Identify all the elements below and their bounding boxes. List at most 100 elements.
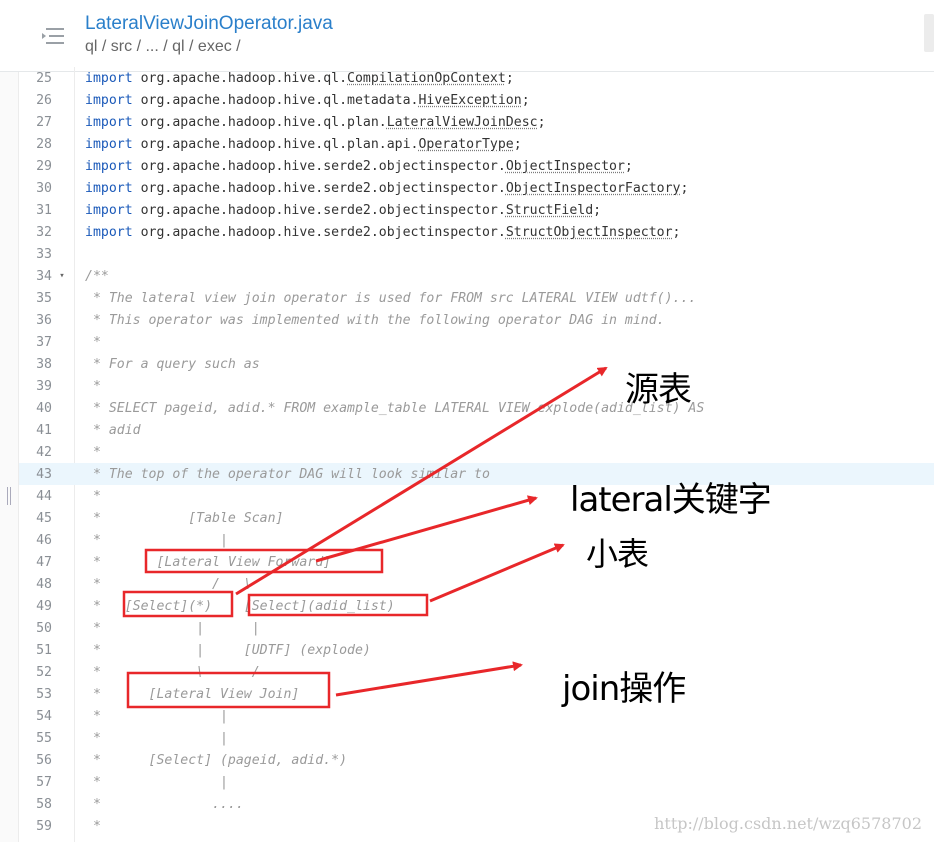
line-number: 41 bbox=[36, 422, 52, 438]
code-line[interactable]: 45 * [Table Scan] bbox=[19, 507, 934, 529]
code-line[interactable]: 57 * | bbox=[19, 771, 934, 793]
code-text: * [Table Scan] bbox=[85, 510, 284, 526]
code-text: * adid bbox=[85, 422, 141, 438]
code-line[interactable]: 27 import org.apache.hadoop.hive.ql.plan.… bbox=[19, 111, 934, 133]
code-line[interactable]: 55 * | bbox=[19, 727, 934, 749]
annotation-small-table: 小表 bbox=[586, 535, 649, 573]
code-line[interactable]: 53 * [Lateral View Join] bbox=[19, 683, 934, 705]
line-number: 53 bbox=[36, 686, 52, 702]
line-number: 31 bbox=[36, 202, 52, 218]
code-line[interactable]: 30 import org.apache.hadoop.hive.serde2.o… bbox=[19, 177, 934, 199]
code-line[interactable]: 48 * / \ bbox=[19, 573, 934, 595]
annotation-source-table: 源表 bbox=[625, 370, 692, 410]
breadcrumb[interactable]: ql / src / ... / ql / exec / bbox=[85, 38, 241, 56]
code-line[interactable]: 35 * The lateral view join operator is u… bbox=[19, 287, 934, 309]
code-text: * bbox=[85, 334, 101, 350]
code-text: * This operator was implemented with the… bbox=[85, 312, 665, 328]
class-reference-link[interactable]: HiveException bbox=[418, 93, 521, 108]
code-line[interactable]: 28 import org.apache.hadoop.hive.ql.plan.… bbox=[19, 133, 934, 155]
side-panel-strip bbox=[0, 72, 19, 842]
line-number: 34 bbox=[36, 268, 52, 284]
code-line[interactable]: 36 * This operator was implemented with … bbox=[19, 309, 934, 331]
code-line[interactable]: 42 * bbox=[19, 441, 934, 463]
keyword: import bbox=[85, 114, 133, 130]
class-reference-link[interactable]: StructObjectInspector bbox=[506, 225, 673, 240]
code-line[interactable]: 25 import org.apache.hadoop.hive.ql.Compi… bbox=[19, 67, 934, 89]
class-reference-link[interactable]: ObjectInspector bbox=[506, 159, 625, 174]
code-text: * [Select](*) [Select](adid_list) bbox=[85, 598, 395, 614]
package-path: org.apache.hadoop.hive.serde2.objectinsp… bbox=[132, 202, 506, 218]
line-number: 38 bbox=[36, 356, 52, 372]
fold-toggle-icon[interactable]: ▾ bbox=[52, 271, 72, 281]
code-line[interactable]: 54 * | bbox=[19, 705, 934, 727]
class-reference-link[interactable]: CompilationOpContext bbox=[347, 71, 506, 86]
code-line[interactable]: 50 * | | bbox=[19, 617, 934, 639]
line-number: 30 bbox=[36, 180, 52, 196]
semicolon: ; bbox=[521, 92, 530, 108]
code-line[interactable]: 29 import org.apache.hadoop.hive.serde2.o… bbox=[19, 155, 934, 177]
code-text: import org.apache.hadoop.hive.ql.metadat… bbox=[72, 93, 530, 108]
code-text: * bbox=[85, 488, 101, 504]
line-number: 57 bbox=[36, 774, 52, 790]
class-reference-link[interactable]: OperatorType bbox=[418, 137, 513, 152]
code-line[interactable]: 56 * [Select] (pageid, adid.*) bbox=[19, 749, 934, 771]
class-reference-link[interactable]: StructField bbox=[506, 203, 593, 218]
line-number: 29 bbox=[36, 158, 52, 174]
code-line[interactable]: 41 * adid bbox=[19, 419, 934, 441]
panel-resize-handle[interactable] bbox=[6, 487, 12, 505]
code-line[interactable]: 52 * \ / bbox=[19, 661, 934, 683]
code-text: import org.apache.hadoop.hive.serde2.obj… bbox=[72, 159, 633, 174]
code-line[interactable]: 33 bbox=[19, 243, 934, 265]
line-number: 25 bbox=[36, 70, 52, 86]
code-text: * [Select] (pageid, adid.*) bbox=[85, 752, 348, 768]
code-viewer[interactable]: 25 import org.apache.hadoop.hive.ql.Compi… bbox=[19, 67, 934, 842]
code-line[interactable]: 26 import org.apache.hadoop.hive.ql.metad… bbox=[19, 89, 934, 111]
code-line[interactable]: 46 * | bbox=[19, 529, 934, 551]
line-number: 35 bbox=[36, 290, 52, 306]
package-path: org.apache.hadoop.hive.ql.plan.api. bbox=[132, 136, 419, 152]
code-line[interactable]: 40 * SELECT pageid, adid.* FROM example_… bbox=[19, 397, 934, 419]
code-line[interactable]: 51 * | [UDTF] (explode) bbox=[19, 639, 934, 661]
line-number: 49 bbox=[36, 598, 52, 614]
code-line[interactable]: 58 * .... bbox=[19, 793, 934, 815]
semicolon: ; bbox=[624, 158, 633, 174]
annotation-lateral-keyword: lateral关键字 bbox=[570, 480, 772, 520]
class-reference-link[interactable]: LateralViewJoinDesc bbox=[387, 115, 538, 130]
code-line[interactable]: 38 * For a query such as bbox=[19, 353, 934, 375]
code-text: import org.apache.hadoop.hive.serde2.obj… bbox=[72, 225, 681, 240]
line-number: 50 bbox=[36, 620, 52, 636]
code-line[interactable]: 32 import org.apache.hadoop.hive.serde2.o… bbox=[19, 221, 934, 243]
code-text: * | | bbox=[85, 620, 260, 636]
line-number: 44 bbox=[36, 488, 52, 504]
scrollbar-thumb[interactable] bbox=[924, 14, 934, 52]
code-line[interactable]: 37 * bbox=[19, 331, 934, 353]
menu-collapse-icon[interactable] bbox=[40, 26, 66, 46]
code-line[interactable]: 43 * The top of the operator DAG will lo… bbox=[19, 463, 934, 485]
code-line[interactable]: 49 * [Select](*) [Select](adid_list) bbox=[19, 595, 934, 617]
code-line[interactable]: 47 * [Lateral View Forward] bbox=[19, 551, 934, 573]
code-line[interactable]: 31 import org.apache.hadoop.hive.serde2.o… bbox=[19, 199, 934, 221]
line-number: 26 bbox=[36, 92, 52, 108]
semicolon: ; bbox=[680, 180, 689, 196]
semicolon: ; bbox=[513, 136, 522, 152]
code-text: * [Lateral View Join] bbox=[85, 686, 300, 702]
code-line[interactable]: 44 * bbox=[19, 485, 934, 507]
semicolon: ; bbox=[537, 114, 546, 130]
line-number: 28 bbox=[36, 136, 52, 152]
keyword: import bbox=[85, 92, 133, 108]
file-title-link[interactable]: LateralViewJoinOperator.java bbox=[85, 13, 333, 35]
code-line[interactable]: 39 * bbox=[19, 375, 934, 397]
code-line[interactable]: 34 ▾ /** bbox=[19, 265, 934, 287]
keyword: import bbox=[85, 202, 133, 218]
code-text: * | bbox=[85, 708, 228, 724]
class-reference-link[interactable]: ObjectInspectorFactory bbox=[506, 181, 681, 196]
line-number: 45 bbox=[36, 510, 52, 526]
semicolon: ; bbox=[593, 202, 602, 218]
line-number: 47 bbox=[36, 554, 52, 570]
keyword: import bbox=[85, 136, 133, 152]
annotation-join-operation: join操作 bbox=[562, 669, 686, 709]
line-number: 59 bbox=[36, 818, 52, 834]
package-path: org.apache.hadoop.hive.ql.metadata. bbox=[132, 92, 419, 108]
keyword: import bbox=[85, 70, 133, 86]
package-path: org.apache.hadoop.hive.serde2.objectinsp… bbox=[132, 158, 506, 174]
